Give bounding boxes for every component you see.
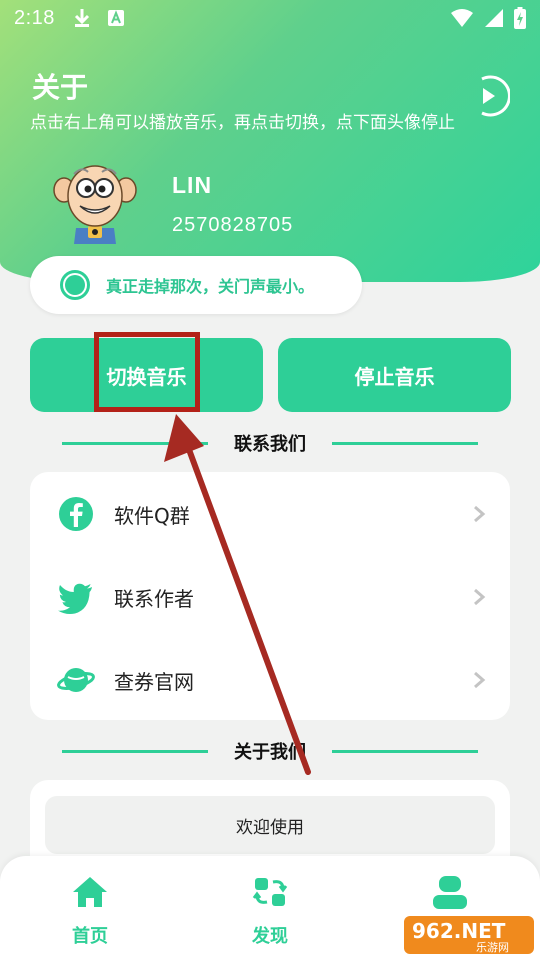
play-music-icon[interactable]: [470, 74, 510, 118]
contact-item-coupon-site[interactable]: 查券官网: [30, 650, 510, 710]
highlight-annotation-box: [94, 332, 200, 412]
about-section-title: 关于我们: [234, 742, 306, 763]
nav-discover-label: 发现: [252, 926, 288, 947]
chevron-right-icon: [474, 588, 486, 606]
divider-line: [332, 441, 478, 445]
facebook-icon: [59, 497, 93, 531]
avatar[interactable]: [52, 158, 138, 244]
wifi-icon: [451, 9, 473, 27]
download-icon: [74, 9, 89, 27]
profile-id: 2570828705: [172, 214, 294, 236]
divider-line: [62, 441, 208, 445]
radio-icon: [60, 270, 90, 300]
contact-section-header: 联系我们: [62, 428, 478, 458]
profile-name: LIN: [172, 172, 213, 198]
nav-home-label: 首页: [72, 926, 108, 947]
divider-line: [62, 749, 208, 753]
nav-home[interactable]: 首页: [45, 874, 135, 948]
divider-line: [332, 749, 478, 753]
battery-icon: [514, 7, 526, 29]
page-title: 关于: [32, 71, 89, 104]
home-icon: [73, 877, 107, 907]
watermark-text: 962.NET: [412, 919, 506, 943]
user-icon: [433, 876, 467, 909]
planet-icon: [57, 668, 95, 692]
chevron-right-icon: [474, 671, 486, 689]
contact-item-author[interactable]: 联系作者: [30, 567, 510, 627]
refresh-icon: [252, 878, 288, 906]
status-time: 2:18: [14, 6, 55, 29]
nav-discover[interactable]: 发现: [225, 874, 315, 948]
quote-pill: 真正走掉那次，关门声最小。: [30, 256, 362, 314]
stop-music-button[interactable]: 停止音乐: [278, 338, 511, 412]
site-watermark-logo: 962.NET 乐游网: [404, 916, 534, 954]
chevron-right-icon: [474, 505, 486, 523]
app-notification-icon: [107, 10, 124, 26]
nav-profile[interactable]: [405, 874, 495, 910]
watermark-subtext: 乐游网: [476, 941, 509, 954]
twitter-icon: [58, 583, 92, 615]
contact-item-label: 联系作者: [114, 586, 194, 611]
contact-section-title: 联系我们: [234, 434, 306, 455]
contact-item-label: 查券官网: [114, 669, 194, 694]
quote-text: 真正走掉那次，关门声最小。: [106, 277, 315, 296]
welcome-message: 欢迎使用: [45, 796, 495, 854]
page-subtitle: 点击右上角可以播放音乐，再点击切换，点下面头像停止: [30, 113, 455, 133]
signal-icon: [485, 9, 503, 27]
status-bar: 2:18: [0, 0, 540, 36]
contact-item-label: 软件Q群: [114, 503, 190, 528]
contact-card: 软件Q群 联系作者 查券官网: [30, 472, 510, 720]
about-section-header: 关于我们: [62, 736, 478, 766]
contact-item-qq-group[interactable]: 软件Q群: [30, 484, 510, 544]
